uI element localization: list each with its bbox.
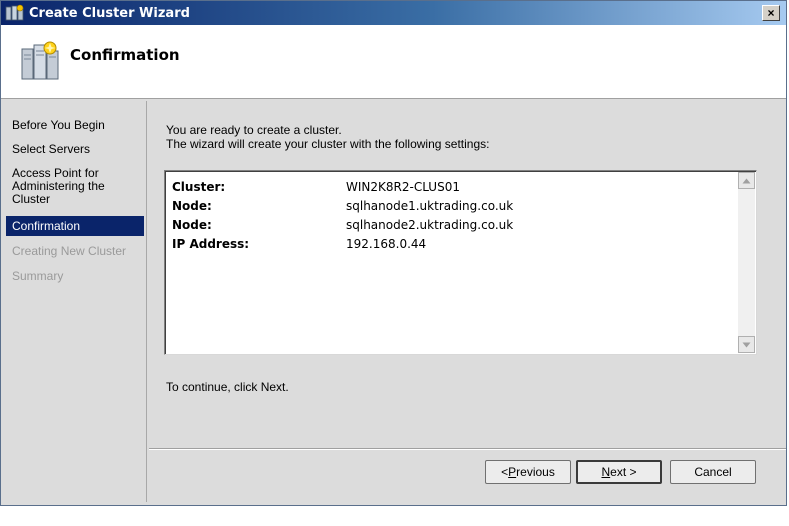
nav-item-access-point[interactable]: Access Point for Administering the Clust… xyxy=(6,167,124,206)
setting-label: Node: xyxy=(172,218,212,232)
continue-instruction: To continue, click Next. xyxy=(166,380,289,394)
cluster-app-icon xyxy=(5,4,24,21)
next-label: ext > xyxy=(610,465,637,479)
next-button[interactable]: Next > xyxy=(576,460,662,484)
window-title: Create Cluster Wizard xyxy=(29,5,190,21)
nav-item-before-you-begin[interactable]: Before You Begin xyxy=(6,119,144,132)
close-icon: × xyxy=(767,6,775,20)
page-title: Confirmation xyxy=(70,46,180,64)
next-mnemonic: N xyxy=(601,465,611,479)
setting-label: Node: xyxy=(172,199,212,213)
setting-value: WIN2K8R2-CLUS01 xyxy=(346,180,460,194)
scroll-up-arrow-icon xyxy=(742,178,751,183)
vertical-scrollbar[interactable] xyxy=(738,172,755,353)
setting-label: IP Address: xyxy=(172,237,250,251)
button-divider xyxy=(149,448,786,450)
setting-value: 192.168.0.44 xyxy=(346,237,427,251)
setting-label: Cluster: xyxy=(172,180,226,194)
wizard-header: Confirmation xyxy=(1,25,786,99)
close-button[interactable]: × xyxy=(762,5,780,21)
intro-text: You are ready to create a cluster. The w… xyxy=(166,123,489,151)
scroll-down-button[interactable] xyxy=(738,336,755,353)
previous-label: revious xyxy=(516,465,555,479)
previous-prefix: < xyxy=(501,465,509,479)
previous-mnemonic: P xyxy=(508,465,517,479)
nav-item-creating-new-cluster: Creating New Cluster xyxy=(12,244,127,258)
wizard-content: You are ready to create a cluster. The w… xyxy=(149,101,786,502)
wizard-steps-nav: Before You Begin Select Servers Access P… xyxy=(5,101,147,502)
scroll-down-arrow-icon xyxy=(742,342,751,347)
scroll-up-button[interactable] xyxy=(738,172,755,189)
cancel-label: Cancel xyxy=(694,465,732,479)
intro-line-2: The wizard will create your cluster with… xyxy=(166,137,490,151)
nav-item-confirmation[interactable]: Confirmation xyxy=(6,216,144,236)
title-bar[interactable]: Create Cluster Wizard × xyxy=(1,1,786,25)
setting-value: sqlhanode1.uktrading.co.uk xyxy=(346,199,514,213)
wizard-window: Create Cluster Wizard × Confirmation Bef… xyxy=(0,0,787,506)
settings-summary-box[interactable]: Cluster: WIN2K8R2-CLUS01 Node: sqlhanode… xyxy=(164,170,757,355)
previous-button[interactable]: < Previous xyxy=(485,460,571,484)
nav-item-select-servers[interactable]: Select Servers xyxy=(6,143,144,156)
cancel-button[interactable]: Cancel xyxy=(670,460,756,484)
cluster-servers-icon xyxy=(21,41,59,80)
intro-line-1: You are ready to create a cluster. xyxy=(166,123,342,137)
setting-value: sqlhanode2.uktrading.co.uk xyxy=(346,218,514,232)
nav-item-summary: Summary xyxy=(12,269,64,283)
